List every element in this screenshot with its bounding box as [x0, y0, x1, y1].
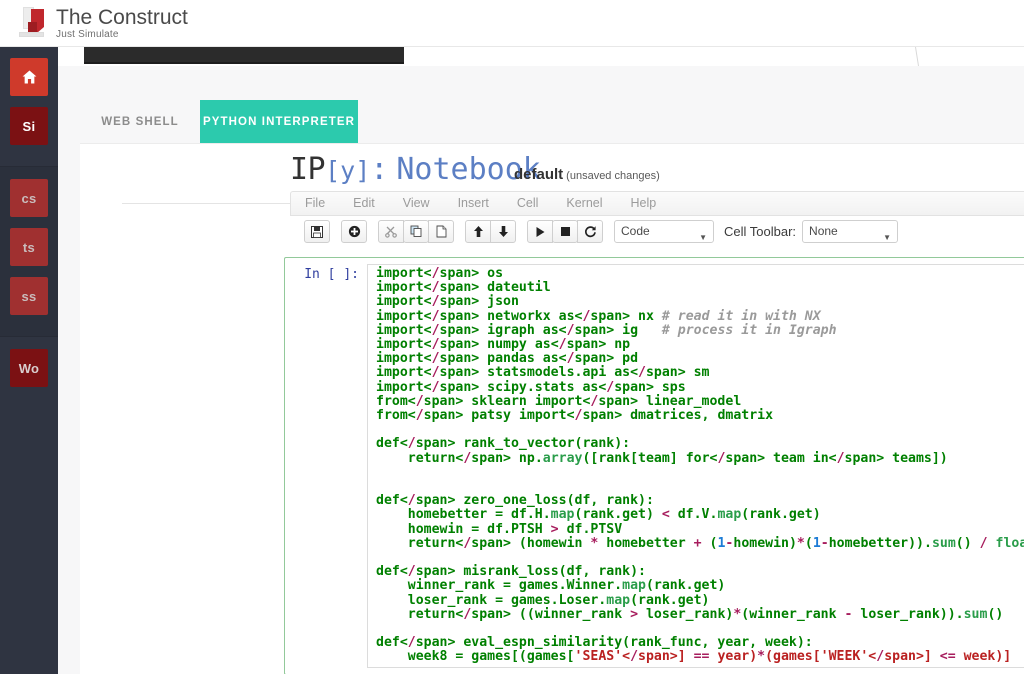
logo-y-text: [y] [325, 156, 371, 185]
interrupt-kernel-button[interactable] [552, 220, 578, 243]
tab-separator [913, 44, 919, 66]
home-icon [22, 70, 36, 84]
paste-icon [436, 225, 446, 238]
menu-file[interactable]: File [291, 192, 339, 214]
cell-prompt: In [ ]: [304, 267, 359, 282]
sidebar-item-simulation[interactable]: Si [10, 107, 48, 145]
header-divider [122, 203, 290, 204]
dark-tab[interactable] [84, 44, 404, 64]
code-text: import</span> os import</span> dateutil … [376, 266, 1024, 665]
cut-cell-button[interactable] [378, 220, 404, 243]
sidebar-item-ss[interactable]: ss [10, 277, 48, 315]
browser-tab-strip [58, 44, 1024, 66]
notebook-header: IP[y]: Notebook default (unsaved changes) [80, 144, 1024, 191]
arrow-down-icon [498, 226, 508, 237]
sidebar-item-ts[interactable]: ts [10, 228, 48, 266]
sidebar-item-cs[interactable]: cs [10, 179, 48, 217]
brand-subtitle: Just Simulate [56, 29, 119, 40]
insert-cell-button[interactable] [341, 220, 367, 243]
brand-logo-wrap[interactable]: The Construct Just Simulate [16, 4, 188, 41]
notebook-body: In [ ]: import</span> os import</span> d… [80, 249, 1024, 674]
code-editor[interactable]: import</span> os import</span> dateutil … [367, 264, 1024, 668]
notebook-menubar: File Edit View Insert Cell Kernel Help [290, 191, 1024, 216]
sidebar-group-main: Si [0, 46, 58, 167]
left-sidebar: Si cs ts ss Wo [0, 46, 58, 674]
main-panel: WEB SHELL PYTHON INTERPRETER IP[y]: Noteb… [58, 66, 1024, 674]
notebook-name[interactable]: default (unsaved changes) [514, 166, 660, 183]
notebook-toolbar: Code ▼ Cell Toolbar: None ▼ [80, 216, 1024, 250]
sidebar-item-label: Wo [18, 360, 40, 376]
save-button[interactable] [304, 220, 330, 243]
menu-edit[interactable]: Edit [339, 192, 389, 214]
ipython-logo[interactable]: IP[y]: Notebook [290, 152, 541, 187]
tab-python-interpreter[interactable]: PYTHON INTERPRETER [200, 100, 358, 143]
plus-circle-icon [348, 225, 360, 238]
move-cell-up-button[interactable] [465, 220, 491, 243]
sidebar-item-workspace[interactable]: Wo [10, 349, 48, 387]
run-cell-button[interactable] [527, 220, 553, 243]
stop-square-icon [560, 227, 570, 236]
menu-help[interactable]: Help [617, 192, 671, 214]
cell-toolbar-select[interactable]: None ▼ [802, 220, 899, 243]
app-root: The Construct Just Simulate Si cs ts ss … [0, 0, 1024, 674]
logo-ip-text: IP [290, 152, 326, 187]
notebook-panel: IP[y]: Notebook default (unsaved changes) … [80, 143, 1024, 674]
tab-label: WEB SHELL [101, 115, 179, 128]
sidebar-item-home[interactable] [10, 58, 48, 96]
sidebar-group-workspace: Wo [0, 337, 58, 408]
chevron-down-icon: ▼ [699, 233, 707, 242]
code-cell[interactable]: In [ ]: import</span> os import</span> d… [284, 257, 1024, 674]
copy-cell-button[interactable] [403, 220, 429, 243]
paste-cell-button[interactable] [428, 220, 454, 243]
cell-toolbar-label: Cell Toolbar: [724, 224, 797, 239]
chair-logo-icon [16, 5, 50, 41]
arrow-up-icon [473, 226, 483, 237]
notebook-dirty-indicator: (unsaved changes) [566, 170, 660, 182]
cell-type-select[interactable]: Code ▼ [614, 220, 714, 243]
cell-toolbar-value: None [809, 224, 838, 238]
tab-web-shell[interactable]: WEB SHELL [80, 100, 200, 143]
sidebar-item-label: cs [21, 190, 37, 206]
move-cell-down-button[interactable] [490, 220, 516, 243]
cell-type-value: Code [621, 224, 650, 238]
menu-insert[interactable]: Insert [444, 192, 503, 214]
menu-kernel[interactable]: Kernel [552, 192, 616, 214]
interpreter-tab-row: WEB SHELL PYTHON INTERPRETER [80, 100, 1024, 143]
floppy-disk-icon [311, 225, 323, 238]
sidebar-group-tools: cs ts ss [0, 167, 58, 337]
brand-bar: The Construct Just Simulate [0, 0, 1024, 47]
scissors-icon [384, 226, 397, 238]
restart-kernel-button[interactable] [577, 220, 603, 243]
menu-cell[interactable]: Cell [503, 192, 553, 214]
brand-title: The Construct [56, 6, 188, 29]
copy-icon [410, 225, 421, 237]
chevron-down-icon: ▼ [883, 233, 892, 242]
sidebar-item-label: Si [22, 118, 36, 134]
logo-colon-text: : [370, 152, 389, 187]
menu-view[interactable]: View [389, 192, 444, 214]
notebook-name-text: default [514, 166, 564, 183]
sidebar-item-label: ts [22, 239, 36, 255]
play-icon [536, 226, 544, 237]
tab-label: PYTHON INTERPRETER [202, 115, 356, 128]
restart-circular-arrow-icon [584, 226, 596, 238]
sidebar-item-label: ss [21, 288, 37, 304]
